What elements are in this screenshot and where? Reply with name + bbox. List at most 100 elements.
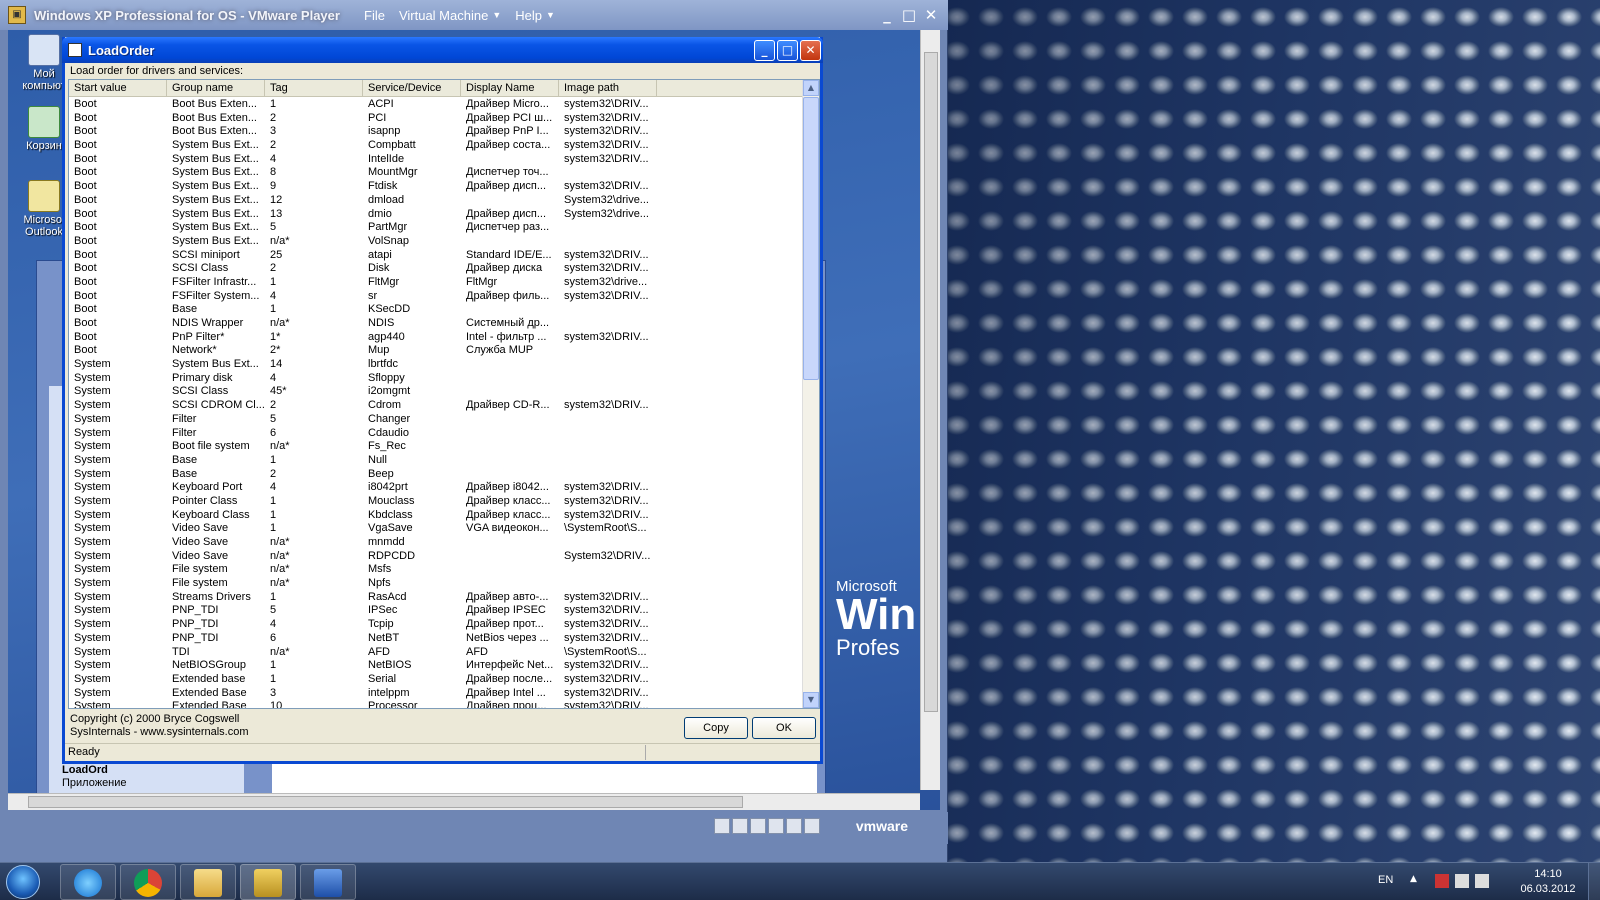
- start-button[interactable]: [6, 865, 40, 899]
- taskbar-vmware-player[interactable]: [240, 864, 296, 900]
- column-header-service-device[interactable]: Service/Device: [363, 80, 461, 97]
- list-vertical-scrollbar[interactable]: ▲ ▼: [802, 80, 819, 708]
- table-row[interactable]: Boot System Bus Ext... 4 IntelIde system32\D…: [69, 153, 804, 167]
- table-row[interactable]: System Boot file system n/a* Fs_Rec: [69, 440, 804, 454]
- table-cell: [461, 468, 559, 482]
- cd-drive-icon[interactable]: [732, 818, 748, 834]
- maximize-button[interactable]: □: [777, 40, 798, 61]
- table-row[interactable]: System Filter 6 Cdaudio: [69, 427, 804, 441]
- column-header-image-path[interactable]: Image path: [559, 80, 657, 97]
- taskbar-chrome[interactable]: [120, 864, 176, 900]
- table-row[interactable]: System Base 2 Beep: [69, 468, 804, 482]
- network-icon[interactable]: [1455, 874, 1469, 888]
- close-icon[interactable]: ✕: [922, 6, 940, 24]
- scrollbar-thumb[interactable]: [803, 97, 819, 380]
- load-order-list[interactable]: Start value Group name Tag Service/Devic…: [68, 79, 820, 709]
- show-hidden-icons-icon[interactable]: ▲: [1410, 874, 1417, 884]
- table-cell: [559, 427, 657, 441]
- scroll-up-icon[interactable]: ▲: [803, 80, 819, 96]
- usb-icon[interactable]: [786, 818, 802, 834]
- table-row[interactable]: System Streams Drivers 1 RasAcd Драйвер авто…: [69, 591, 804, 605]
- table-row[interactable]: Boot System Bus Ext... 5 PartMgr Диспетчер р…: [69, 221, 804, 235]
- table-row[interactable]: System Video Save n/a* mnmdd: [69, 536, 804, 550]
- table-row[interactable]: Boot Boot Bus Exten... 2 PCI Драйвер PCI ш..…: [69, 112, 804, 126]
- table-row[interactable]: System Base 1 Null: [69, 454, 804, 468]
- menu-file[interactable]: File: [364, 8, 385, 23]
- table-row[interactable]: System PNP_TDI 4 Tcpip Драйвер прот... system…: [69, 618, 804, 632]
- language-indicator[interactable]: EN: [1378, 874, 1393, 886]
- vm-horizontal-scrollbar[interactable]: [8, 793, 920, 810]
- hard-disk-icon[interactable]: [714, 818, 730, 834]
- table-row[interactable]: System Extended Base 10 Processor Драйвер пр…: [69, 700, 804, 708]
- table-row[interactable]: Boot SCSI Class 2 Disk Драйвер диска system32…: [69, 262, 804, 276]
- table-row[interactable]: Boot System Bus Ext... 12 dmload System32\dr…: [69, 194, 804, 208]
- table-row[interactable]: System Video Save 1 VgaSave VGA видеокон... \…: [69, 522, 804, 536]
- table-row[interactable]: System PNP_TDI 6 NetBT NetBios через ... syst…: [69, 632, 804, 646]
- table-row[interactable]: System Pointer Class 1 Mouclass Драйвер клас…: [69, 495, 804, 509]
- vm-vertical-scrollbar[interactable]: [920, 30, 940, 790]
- table-row[interactable]: System Extended Base 3 intelppm Драйвер Inte…: [69, 687, 804, 701]
- table-row[interactable]: System Filter 5 Changer: [69, 413, 804, 427]
- minimize-button[interactable]: _: [754, 40, 775, 61]
- table-row[interactable]: Boot Boot Bus Exten... 3 isapnp Драйвер PnP …: [69, 125, 804, 139]
- table-row[interactable]: System Video Save n/a* RDPCDD System32\DRIV.…: [69, 550, 804, 564]
- table-row[interactable]: Boot PnP Filter* 1* agp440 Intel - фильтр ..…: [69, 331, 804, 345]
- maximize-icon[interactable]: □: [900, 6, 918, 24]
- column-header-group-name[interactable]: Group name: [167, 80, 265, 97]
- table-row[interactable]: System File system n/a* Msfs: [69, 563, 804, 577]
- minimize-icon[interactable]: _: [878, 6, 896, 24]
- table-cell: PNP_TDI: [172, 631, 219, 644]
- table-row[interactable]: Boot System Bus Ext... 9 Ftdisk Драйвер дисп…: [69, 180, 804, 194]
- sound-icon[interactable]: [804, 818, 820, 834]
- loadorder-titlebar[interactable]: LoadOrder _ □ ✕: [62, 37, 823, 63]
- network-icon[interactable]: [768, 818, 784, 834]
- vmware-titlebar[interactable]: ▣ Windows XP Professional for OS - VMwar…: [0, 0, 948, 30]
- table-row[interactable]: System SCSI CDROM Cl... 2 Cdrom Драйвер CD-R…: [69, 399, 804, 413]
- table-row[interactable]: Boot Base 1 KSecDD: [69, 303, 804, 317]
- table-row[interactable]: System Keyboard Port 4 i8042prt Драйвер i804…: [69, 481, 804, 495]
- menu-virtual-machine[interactable]: Virtual Machine ▼: [399, 8, 501, 23]
- close-button[interactable]: ✕: [800, 40, 821, 61]
- show-desktop-button[interactable]: [1588, 863, 1600, 900]
- table-row[interactable]: Boot System Bus Ext... n/a* VolSnap: [69, 235, 804, 249]
- column-header-tag[interactable]: Tag: [265, 80, 363, 97]
- table-row[interactable]: System NetBIOSGroup 1 NetBIOS Интерфейс Net.…: [69, 659, 804, 673]
- table-row[interactable]: System PNP_TDI 5 IPSec Драйвер IPSEC system32…: [69, 604, 804, 618]
- scroll-down-icon[interactable]: ▼: [803, 692, 819, 708]
- table-cell: 13: [270, 207, 283, 220]
- volume-muted-icon[interactable]: [1475, 874, 1489, 888]
- table-row[interactable]: System SCSI Class 45* i2omgmt: [69, 385, 804, 399]
- table-row[interactable]: Boot NDIS Wrapper n/a* NDIS Системный др...: [69, 317, 804, 331]
- table-row[interactable]: Boot System Bus Ext... 8 MountMgr Диспетчер …: [69, 166, 804, 180]
- scrollbar-thumb[interactable]: [924, 52, 938, 712]
- table-row[interactable]: Boot FSFilter Infrastr... 1 FltMgr FltMgr sys…: [69, 276, 804, 290]
- table-row[interactable]: System Extended base 1 Serial Драйвер после.…: [69, 673, 804, 687]
- column-header-start-value[interactable]: Start value: [69, 80, 167, 97]
- table-cell: Драйвер авто-...: [466, 590, 549, 603]
- table-row[interactable]: System File system n/a* Npfs: [69, 577, 804, 591]
- clock-time[interactable]: 14:10: [1518, 868, 1578, 880]
- table-row[interactable]: Boot SCSI miniport 25 atapi Standard IDE/E..…: [69, 249, 804, 263]
- menu-help[interactable]: Help ▼: [515, 8, 555, 23]
- table-row[interactable]: System TDI n/a* AFD AFD \SystemRoot\S...: [69, 646, 804, 660]
- table-row[interactable]: Boot Network* 2* Mup Служба MUP: [69, 344, 804, 358]
- loadorder-window[interactable]: LoadOrder _ □ ✕ Load order for drivers a…: [62, 37, 823, 764]
- clock-date[interactable]: 06.03.2012: [1518, 883, 1578, 895]
- taskbar-internet-explorer[interactable]: [60, 864, 116, 900]
- scrollbar-thumb[interactable]: [28, 796, 743, 808]
- table-row[interactable]: System System Bus Ext... 14 lbrtfdc: [69, 358, 804, 372]
- table-row[interactable]: System Primary disk 4 Sfloppy: [69, 372, 804, 386]
- table-row[interactable]: System Keyboard Class 1 Kbdclass Драйвер кла…: [69, 509, 804, 523]
- taskbar-file-explorer[interactable]: [180, 864, 236, 900]
- action-center-flag-icon[interactable]: [1435, 874, 1449, 888]
- taskbar-word[interactable]: [300, 864, 356, 900]
- copy-button[interactable]: Copy: [684, 717, 748, 739]
- table-row[interactable]: Boot System Bus Ext... 2 Compbatt Драйвер со…: [69, 139, 804, 153]
- table-row[interactable]: Boot System Bus Ext... 13 dmio Драйвер дисп.…: [69, 208, 804, 222]
- table-row[interactable]: Boot FSFilter System... 4 sr Драйвер филь...…: [69, 290, 804, 304]
- table-cell: System: [74, 645, 111, 658]
- table-row[interactable]: Boot Boot Bus Exten... 1 ACPI Драйвер Micro.…: [69, 98, 804, 112]
- floppy-icon[interactable]: [750, 818, 766, 834]
- ok-button[interactable]: OK: [752, 717, 816, 739]
- column-header-display-name[interactable]: Display Name: [461, 80, 559, 97]
